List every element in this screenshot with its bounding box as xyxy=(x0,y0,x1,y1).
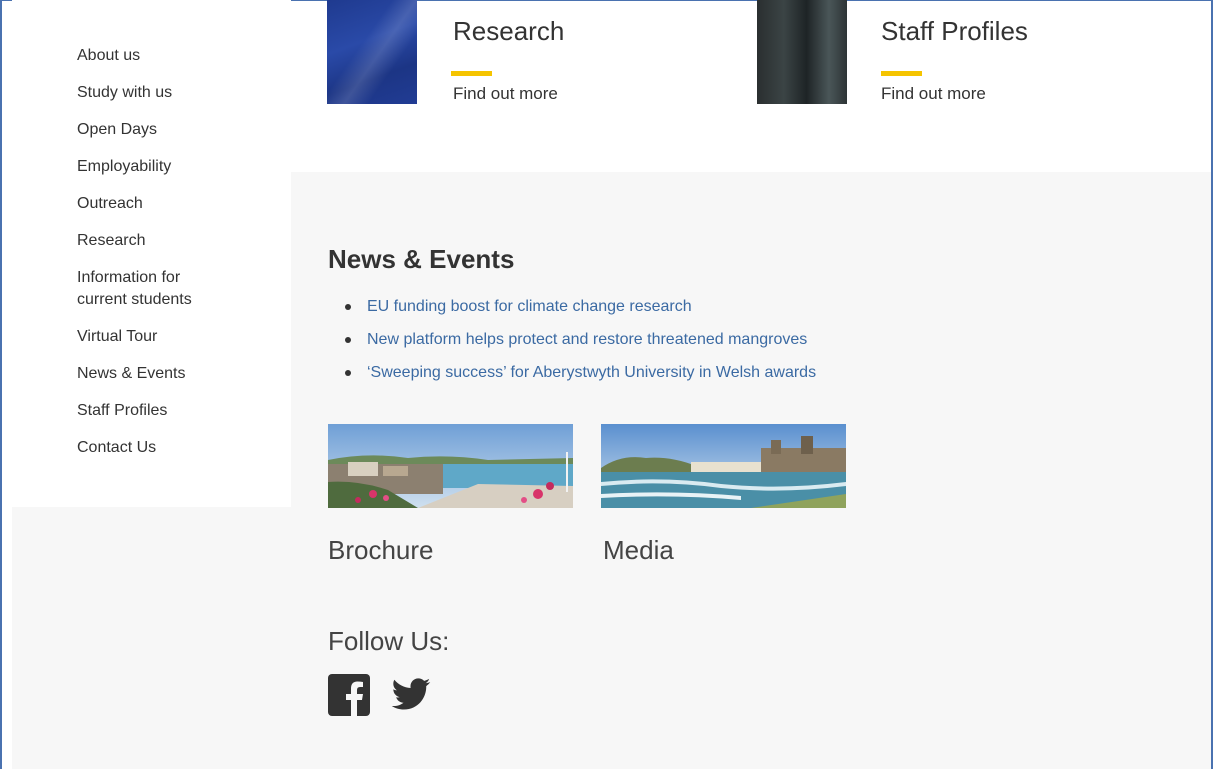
news-item[interactable]: EU funding boost for climate change rese… xyxy=(345,296,816,318)
research-card-title[interactable]: Research xyxy=(453,16,564,47)
accent-bar xyxy=(881,71,922,76)
facebook-icon[interactable] xyxy=(328,674,370,716)
news-item-link[interactable]: New platform helps protect and restore t… xyxy=(367,331,807,348)
sidebar-nav: About us Study with us Open Days Employa… xyxy=(12,0,291,507)
sidebar-item-study-with-us[interactable]: Study with us xyxy=(77,82,277,104)
staff-find-out-more-link[interactable]: Find out more xyxy=(881,84,986,104)
bullet-icon xyxy=(345,337,351,343)
news-item-link[interactable]: EU funding boost for climate change rese… xyxy=(367,298,692,315)
staff-profiles-thumbnail[interactable] xyxy=(757,0,847,104)
sidebar-item-research[interactable]: Research xyxy=(77,230,277,252)
accent-bar xyxy=(451,71,492,76)
sidebar-item-employability[interactable]: Employability xyxy=(77,156,277,178)
research-find-out-more-link[interactable]: Find out more xyxy=(453,84,558,104)
sidebar-item-contact-us[interactable]: Contact Us xyxy=(77,437,277,459)
news-item-link[interactable]: ‘Sweeping success’ for Aberystwyth Unive… xyxy=(367,364,816,381)
research-thumbnail[interactable] xyxy=(327,0,417,104)
sidebar-item-staff-profiles[interactable]: Staff Profiles xyxy=(77,400,277,422)
news-item[interactable]: New platform helps protect and restore t… xyxy=(345,329,816,351)
media-link[interactable]: Media xyxy=(603,535,674,566)
follow-us-heading: Follow Us: xyxy=(328,626,450,656)
lower-gray-area xyxy=(12,507,291,769)
sidebar-item-open-days[interactable]: Open Days xyxy=(77,119,277,141)
sidebar-item-about-us[interactable]: About us xyxy=(77,45,277,67)
twitter-icon[interactable] xyxy=(390,674,432,716)
sidebar-item-outreach[interactable]: Outreach xyxy=(77,193,277,215)
brochure-image[interactable] xyxy=(328,424,573,508)
sidebar-item-news-events[interactable]: News & Events xyxy=(77,363,277,385)
sidebar-item-virtual-tour[interactable]: Virtual Tour xyxy=(77,326,277,348)
brochure-link[interactable]: Brochure xyxy=(328,535,434,566)
news-list: EU funding boost for climate change rese… xyxy=(345,296,816,395)
bullet-icon xyxy=(345,304,351,310)
news-events-heading: News & Events xyxy=(328,244,515,274)
media-image[interactable] xyxy=(601,424,846,508)
staff-profiles-card-title[interactable]: Staff Profiles xyxy=(881,16,1028,47)
bullet-icon xyxy=(345,370,351,376)
sidebar-item-current-students[interactable]: Information for current students xyxy=(77,267,227,311)
news-item[interactable]: ‘Sweeping success’ for Aberystwyth Unive… xyxy=(345,362,816,384)
